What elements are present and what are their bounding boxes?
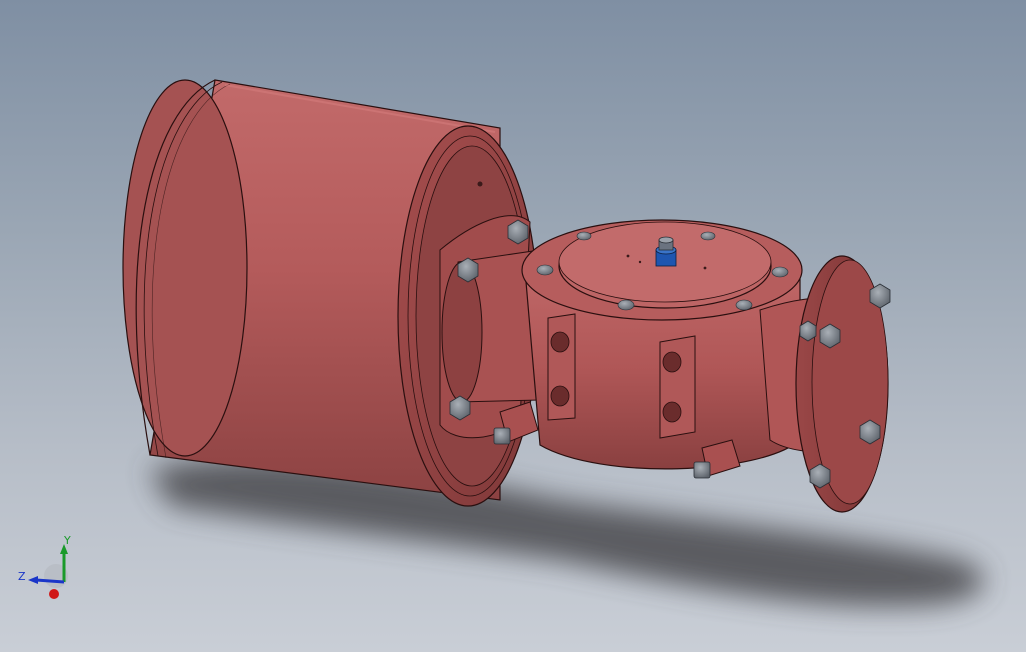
y-axis-label: Y	[63, 534, 71, 547]
top-fitting[interactable]	[655, 236, 677, 267]
z-axis-arrow	[35, 578, 65, 584]
cad-viewport[interactable]: Y Z	[0, 0, 1026, 652]
z-axis-label: Z	[18, 570, 26, 583]
side-lug-left[interactable]	[547, 313, 576, 421]
x-axis-dot	[49, 589, 59, 599]
side-lug-right[interactable]	[659, 335, 696, 439]
model-scene[interactable]	[0, 0, 1026, 652]
view-orientation-triad[interactable]: Y Z	[14, 532, 84, 604]
